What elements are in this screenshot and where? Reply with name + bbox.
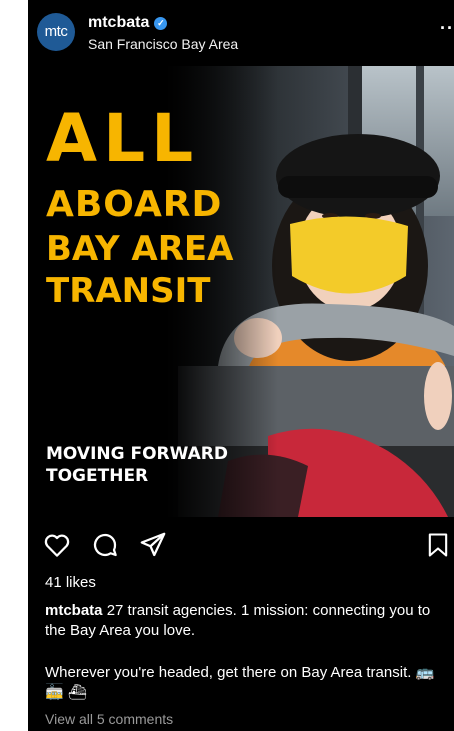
username[interactable]: mtcbata	[88, 14, 149, 31]
likes-count[interactable]: 41 likes	[45, 574, 96, 591]
avatar[interactable]: mtc	[37, 13, 75, 51]
action-bar	[28, 527, 454, 563]
location-link[interactable]: San Francisco Bay Area	[88, 36, 238, 52]
subline-2: TOGETHER	[46, 466, 149, 486]
headline-line-4: TRANSIT	[46, 271, 211, 311]
post-header: mtc mtcbata ✓ San Francisco Bay Area ··	[28, 0, 454, 64]
headline-line-1: ALL	[46, 100, 200, 177]
verified-badge-icon: ✓	[154, 17, 168, 30]
caption: mtcbata 27 transit agencies. 1 mission: …	[45, 601, 440, 641]
post-image[interactable]: ALL ABOARD BAY AREA TRANSIT MOVING FORWA…	[28, 66, 454, 517]
heart-outline-icon[interactable]	[42, 530, 72, 560]
caption-text: 27 transit agencies. 1 mission: connecti…	[45, 602, 431, 639]
caption-text-2: Wherever you're headed, get there on Bay…	[45, 664, 435, 701]
username-link[interactable]: mtcbata ✓	[88, 14, 168, 32]
headline-line-3: BAY AREA	[46, 229, 234, 269]
instagram-post-screen: mtc mtcbata ✓ San Francisco Bay Area ··	[28, 0, 454, 731]
headline-line-2: ABOARD	[46, 184, 223, 225]
view-comments-link[interactable]: View all 5 comments	[45, 711, 173, 727]
comment-bubble-icon[interactable]	[90, 530, 120, 560]
paper-plane-icon[interactable]	[138, 530, 168, 560]
more-options-icon[interactable]: ··	[440, 18, 454, 39]
bookmark-icon[interactable]	[424, 530, 452, 560]
subline-1: MOVING FORWARD	[46, 444, 228, 464]
caption-username[interactable]: mtcbata	[45, 602, 103, 619]
